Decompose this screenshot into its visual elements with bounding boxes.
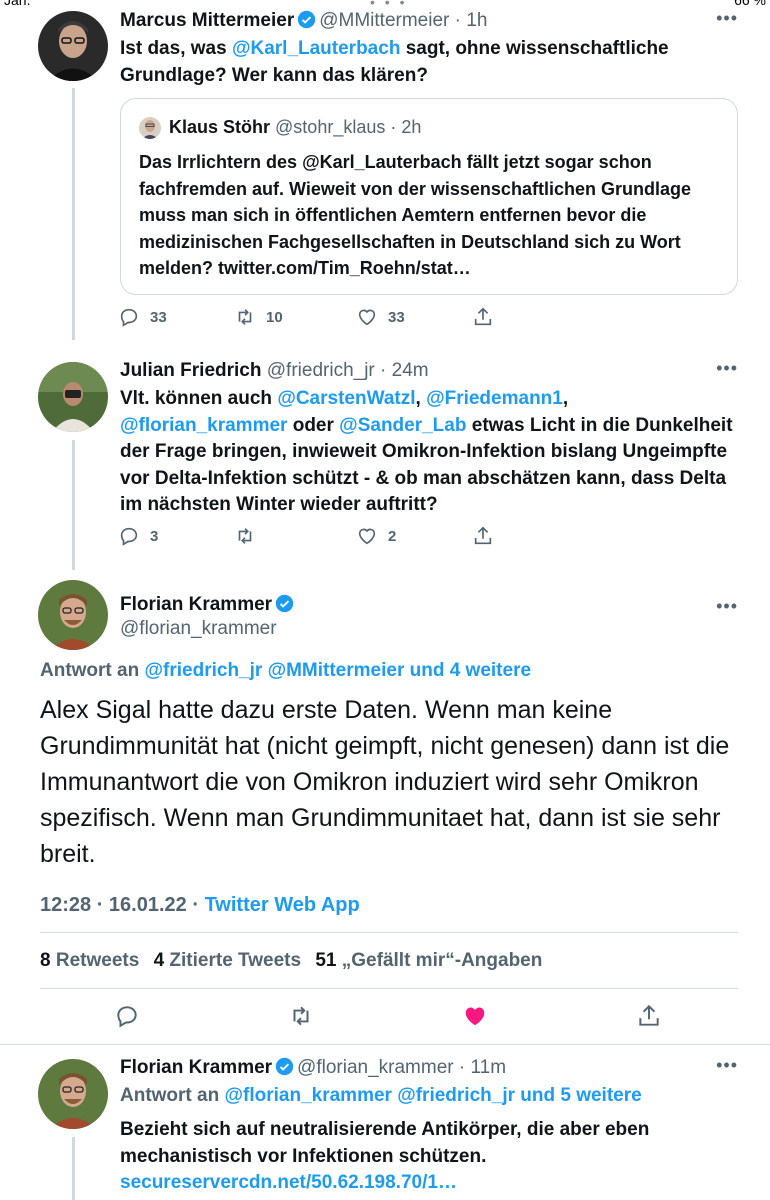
avatar[interactable]	[38, 580, 108, 650]
reply-button[interactable]	[114, 1003, 140, 1029]
tweet-header: Florian Krammer @florian_krammer · 11m	[120, 1057, 507, 1078]
heart-filled-icon	[465, 1007, 485, 1026]
display-name[interactable]: Florian Krammer	[120, 594, 272, 615]
verified-badge-icon	[275, 1057, 294, 1076]
reply-context: Antwort an @friedrich_jr @MMittermeier u…	[40, 660, 532, 681]
avatar[interactable]	[38, 1059, 108, 1129]
reply-icon	[117, 1006, 137, 1028]
share-icon	[639, 1004, 659, 1026]
divider	[40, 988, 738, 989]
handle[interactable]: @florian_krammer	[297, 1057, 454, 1078]
focal-tweet: Florian Krammer @florian_krammer ••• Ant…	[0, 0, 770, 1045]
engagement-stats: 8 Retweets 4 Zitierte Tweets 51 „Gefällt…	[40, 950, 551, 972]
share-button[interactable]	[636, 1003, 662, 1029]
reply-mentions-link[interactable]: @friedrich_jr @MMittermeier und 4 weiter…	[145, 660, 532, 681]
verified-badge-icon	[275, 594, 294, 613]
tweet-header: Florian Krammer	[120, 594, 297, 616]
timestamp[interactable]: 11m	[470, 1057, 506, 1078]
retweet-icon	[293, 1006, 309, 1026]
more-options-icon[interactable]: •••	[716, 596, 738, 617]
tweet-text: Bezieht sich auf neutralisierende Antikö…	[120, 1119, 650, 1193]
tweet-timestamp: 12:28 · 16.01.22 · Twitter Web App	[40, 894, 360, 916]
thread-line	[72, 1137, 75, 1200]
quotes-count[interactable]: 4 Zitierte Tweets	[154, 950, 302, 971]
tweet-text: Alex Sigal hatte dazu erste Daten. Wenn …	[40, 696, 730, 868]
reply-context: Antwort an @florian_krammer @friedrich_j…	[120, 1085, 642, 1106]
handle[interactable]: @florian_krammer	[120, 618, 277, 640]
display-name[interactable]: Florian Krammer	[120, 1057, 272, 1078]
like-button[interactable]	[462, 1003, 488, 1029]
likes-count[interactable]: 51 „Gefällt mir“-Angaben	[315, 950, 542, 971]
focal-actions	[0, 1003, 770, 1029]
external-link[interactable]: secureservercdn.net/50.62.198.70/1…	[120, 1172, 457, 1193]
tweet-florian-reply[interactable]: Florian Krammer @florian_krammer · 11m ••…	[0, 1045, 770, 1200]
source-link[interactable]: Twitter Web App	[205, 894, 360, 916]
retweet-button[interactable]	[288, 1003, 314, 1029]
reply-mentions-link[interactable]: @florian_krammer @friedrich_jr und 5 wei…	[225, 1085, 642, 1106]
divider	[40, 932, 738, 933]
more-options-icon[interactable]: •••	[716, 1055, 738, 1076]
retweets-count[interactable]: 8 Retweets	[40, 950, 139, 971]
